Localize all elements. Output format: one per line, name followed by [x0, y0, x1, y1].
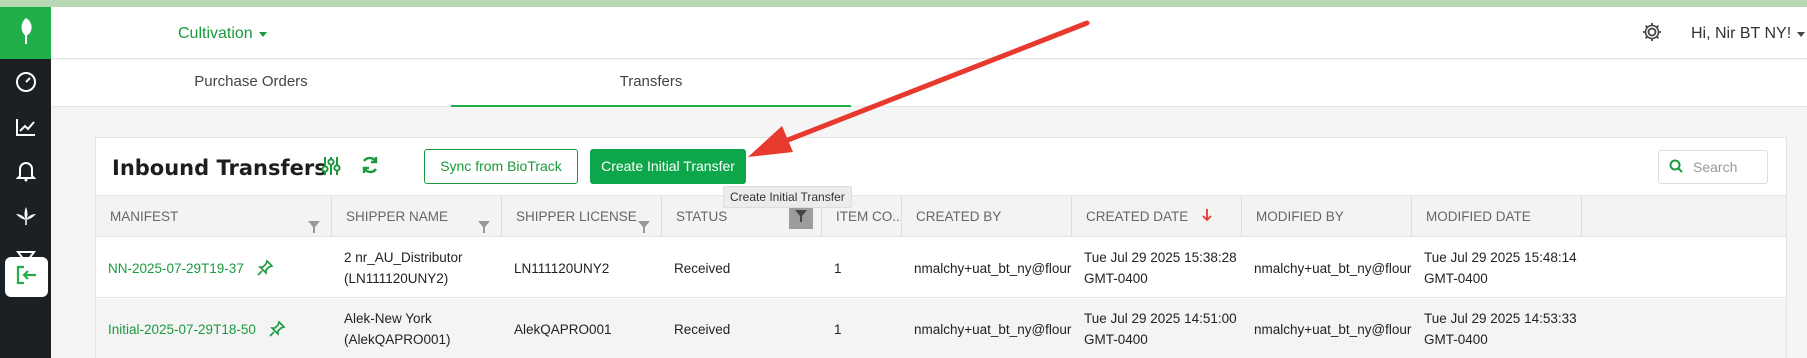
modified-date: Tue Jul 29 2025 14:53:33: [1424, 311, 1577, 326]
modified-timezone: GMT-0400: [1424, 271, 1488, 286]
sidebar: [0, 7, 51, 358]
sidebar-item-analytics[interactable]: [0, 109, 51, 149]
pin-icon[interactable]: [256, 259, 274, 277]
nav-dropdown-label: Cultivation: [178, 25, 253, 42]
shipper-license-cell: LN111120UNY2: [514, 260, 610, 276]
created-date-cell: Tue Jul 29 2025 15:38:28 GMT-0400: [1072, 238, 1242, 298]
chevron-down-icon: [1797, 31, 1806, 37]
shipper-name-cell: 2 nr_AU_Distributor (LN111120UNY2): [332, 238, 502, 298]
column-label: SHIPPER NAME: [346, 209, 449, 224]
card-title: Inbound Transfers: [112, 156, 327, 180]
column-header-created-by[interactable]: CREATED BY: [902, 196, 1072, 237]
sync-from-biotrack-button[interactable]: Sync from BioTrack: [424, 149, 578, 184]
sidebar-item-notifications[interactable]: [0, 153, 51, 193]
column-header-modified-date[interactable]: MODIFIED DATE: [1412, 196, 1582, 237]
shipper-name-license: (LN111120UNY2): [344, 271, 449, 286]
dashboard-icon: [15, 71, 37, 98]
shipper-name: Alek-New York: [344, 311, 432, 326]
search-placeholder: Search: [1693, 159, 1738, 175]
shipper-license-cell: AlekQAPRO001: [514, 321, 612, 337]
sidebar-item-plants[interactable]: [0, 198, 51, 238]
filter-icon[interactable]: [637, 209, 651, 237]
shipper-name-cell: Alek-New York (AlekQAPRO001): [332, 299, 502, 358]
manifest-link[interactable]: Initial-2025-07-29T18-50: [96, 299, 332, 358]
table-row[interactable]: NN-2025-07-29T19-37 2 nr_AU_Distributor …: [96, 238, 1786, 298]
modified-by-cell: nmalchy+uat_bt_ny@flouri...: [1254, 260, 1412, 276]
created-by-cell: nmalchy+uat_bt_ny@flouri...: [914, 260, 1072, 276]
column-label: MODIFIED BY: [1256, 209, 1344, 224]
tab-transfers[interactable]: Transfers: [451, 60, 851, 107]
created-date-cell: Tue Jul 29 2025 14:51:00 GMT-0400: [1072, 299, 1242, 358]
table-header: MANIFEST SHIPPER NAME SHIPPER LICENSE ST…: [96, 195, 1786, 237]
column-header-modified-by[interactable]: MODIFIED BY: [1242, 196, 1412, 237]
manifest-link[interactable]: NN-2025-07-29T19-37: [96, 238, 332, 298]
column-header-shipper-name[interactable]: SHIPPER NAME: [332, 196, 502, 237]
column-header-created-date[interactable]: CREATED DATE: [1072, 196, 1242, 237]
chart-icon: [15, 117, 37, 142]
cultivation-dropdown[interactable]: Cultivation: [178, 25, 267, 43]
chevron-down-icon: [258, 31, 267, 37]
item-count-cell: 1: [834, 321, 842, 337]
settings-button[interactable]: [1641, 21, 1663, 48]
modified-date: Tue Jul 29 2025 15:48:14: [1424, 250, 1577, 265]
created-by-cell: nmalchy+uat_bt_ny@flouri...: [914, 321, 1072, 337]
created-date: Tue Jul 29 2025 15:38:28: [1084, 250, 1237, 265]
created-date: Tue Jul 29 2025 14:51:00: [1084, 311, 1237, 326]
column-label: MODIFIED DATE: [1426, 209, 1531, 224]
shipper-name: 2 nr_AU_Distributor: [344, 250, 463, 265]
tab-purchase-orders[interactable]: Purchase Orders: [51, 60, 451, 107]
modified-date-cell: Tue Jul 29 2025 15:48:14 GMT-0400: [1412, 238, 1582, 298]
column-header-manifest[interactable]: MANIFEST: [96, 196, 332, 237]
filter-icon[interactable]: [307, 209, 321, 237]
sidebar-item-transfers[interactable]: [5, 257, 48, 297]
sort-down-icon: [1202, 197, 1212, 237]
modified-timezone: GMT-0400: [1424, 332, 1488, 347]
manifest-text: NN-2025-07-29T19-37: [108, 260, 244, 276]
column-label: MANIFEST: [110, 209, 179, 224]
sliders-icon: [320, 157, 342, 181]
user-greeting: Hi, Nir BT NY!: [1691, 25, 1792, 42]
refresh-icon: [360, 156, 380, 179]
user-menu[interactable]: Hi, Nir BT NY!: [1691, 25, 1806, 43]
bell-icon: [15, 160, 36, 187]
column-header-shipper-license[interactable]: SHIPPER LICENSE: [502, 196, 662, 237]
gear-icon: [1641, 23, 1663, 47]
item-count-cell: 1: [834, 260, 842, 276]
status-cell: Received: [674, 260, 731, 276]
created-timezone: GMT-0400: [1084, 271, 1148, 286]
refresh-button[interactable]: [360, 155, 380, 180]
column-label: CREATED BY: [916, 209, 1002, 224]
inbound-transfers-card: Inbound Transfers Sync from BioTrack Cre…: [95, 137, 1787, 358]
shipper-name-license: (AlekQAPRO001): [344, 332, 451, 347]
modified-date-cell: Tue Jul 29 2025 14:53:33 GMT-0400: [1412, 299, 1582, 358]
transfer-in-icon: [16, 265, 38, 290]
top-header: Cultivation Hi, Nir BT NY!: [51, 7, 1807, 59]
search-input[interactable]: Search: [1658, 150, 1768, 184]
create-initial-transfer-button[interactable]: Create Initial Transfer: [590, 149, 746, 184]
logo[interactable]: [0, 7, 51, 59]
cannabis-icon: [15, 206, 37, 231]
search-icon: [1669, 159, 1683, 176]
column-label: CREATED DATE: [1086, 209, 1189, 224]
modified-by-cell: nmalchy+uat_bt_ny@flouri...: [1254, 321, 1412, 337]
leaf-logo-icon: [17, 16, 35, 51]
status-cell: Received: [674, 321, 731, 337]
table-row[interactable]: Initial-2025-07-29T18-50 Alek-New York (…: [96, 299, 1786, 358]
column-label: SHIPPER LICENSE: [516, 209, 637, 224]
sidebar-item-dashboard[interactable]: [0, 64, 51, 104]
top-accent-strip: [0, 0, 1807, 7]
column-label: ITEM CO...: [836, 209, 902, 224]
pin-icon[interactable]: [268, 320, 286, 338]
column-label: STATUS: [676, 209, 728, 224]
filter-icon[interactable]: [477, 209, 491, 237]
tab-bar: Purchase Orders Transfers: [51, 60, 1807, 107]
tooltip: Create Initial Transfer: [723, 186, 852, 208]
column-settings-button[interactable]: [320, 155, 342, 182]
manifest-text: Initial-2025-07-29T18-50: [108, 321, 256, 337]
created-timezone: GMT-0400: [1084, 332, 1148, 347]
